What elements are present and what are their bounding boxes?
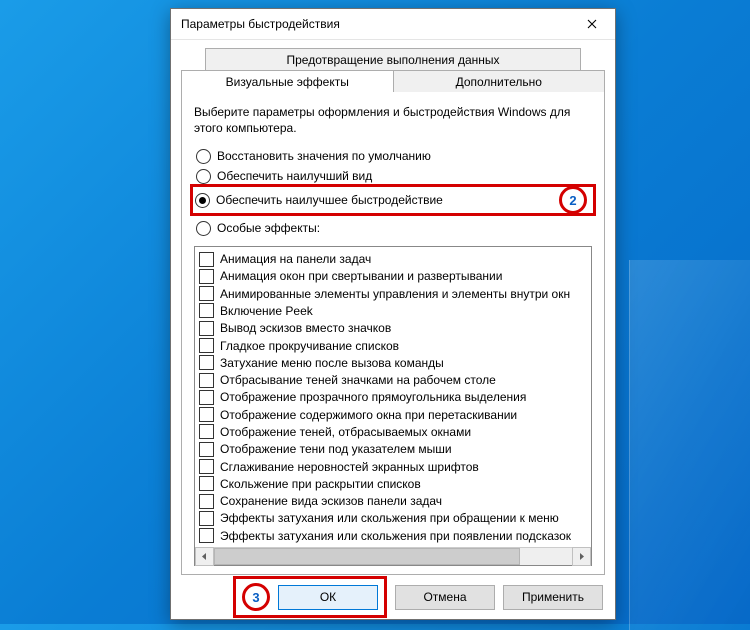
effects-list[interactable]: Анимация на панели задач Анимация окон пр… — [195, 247, 591, 547]
horizontal-scrollbar[interactable] — [195, 547, 591, 565]
effect-item[interactable]: Сглаживание неровностей экранных шрифтов — [199, 458, 589, 475]
effect-item[interactable]: Анимация на панели задач — [199, 250, 589, 267]
cancel-button[interactable]: Отмена — [395, 585, 495, 610]
effect-item[interactable]: Отображение содержимого окна при перетас… — [199, 406, 589, 423]
checkbox-icon[interactable] — [199, 252, 214, 267]
checkbox-icon[interactable] — [199, 442, 214, 457]
radio-icon — [196, 149, 211, 164]
effect-item[interactable]: Скольжение при раскрытии списков — [199, 475, 589, 492]
effect-label: Эффекты затухания или скольжения при поя… — [220, 529, 571, 543]
scroll-right-arrow-icon[interactable] — [572, 547, 591, 566]
effect-item[interactable]: Гладкое прокручивание списков — [199, 337, 589, 354]
close-button[interactable] — [569, 9, 615, 39]
effect-label: Сглаживание неровностей экранных шрифтов — [220, 460, 479, 474]
effect-label: Отображение прозрачного прямоугольника в… — [220, 390, 526, 404]
annotation-step-2: Обеспечить наилучшее быстродействие 2 — [190, 184, 596, 216]
effect-item[interactable]: Сохранение вида эскизов панели задач — [199, 493, 589, 510]
checkbox-icon[interactable] — [199, 407, 214, 422]
effect-item[interactable]: Отбрасывание теней значками на рабочем с… — [199, 371, 589, 388]
effect-item[interactable]: Включение Peek — [199, 302, 589, 319]
effect-label: Гладкое прокручивание списков — [220, 339, 399, 353]
effect-label: Сохранение вида эскизов панели задач — [220, 494, 442, 508]
radio-icon — [196, 169, 211, 184]
radio-icon — [196, 221, 211, 236]
checkbox-icon[interactable] — [199, 321, 214, 336]
scroll-track[interactable] — [214, 548, 572, 565]
radio-restore-defaults[interactable]: Восстановить значения по умолчанию — [194, 146, 592, 166]
tab-dep[interactable]: Предотвращение выполнения данных — [205, 48, 581, 70]
radio-label: Восстановить значения по умолчанию — [217, 149, 431, 163]
checkbox-icon[interactable] — [199, 303, 214, 318]
radio-label: Обеспечить наилучшее быстродействие — [216, 193, 443, 207]
titlebar: Параметры быстродействия — [171, 9, 615, 40]
step-badge-3: 3 — [242, 583, 270, 611]
effects-listbox: Анимация на панели задач Анимация окон пр… — [194, 246, 592, 566]
desktop-background-accent — [629, 260, 750, 630]
effect-label: Эффекты затухания или скольжения при обр… — [220, 511, 559, 525]
performance-options-dialog: Параметры быстродействия Предотвращение … — [170, 8, 616, 620]
tab-advanced[interactable]: Дополнительно — [394, 70, 606, 92]
intro-text: Выберите параметры оформления и быстроде… — [194, 104, 592, 136]
effect-item[interactable]: Отображение теней, отбрасываемых окнами — [199, 423, 589, 440]
effect-label: Отображение тени под указателем мыши — [220, 442, 452, 456]
ok-button[interactable]: ОК — [278, 585, 378, 610]
effect-label: Отбрасывание теней значками на рабочем с… — [220, 373, 496, 387]
checkbox-icon[interactable] — [199, 286, 214, 301]
checkbox-icon[interactable] — [199, 269, 214, 284]
effect-label: Анимированные элементы управления и элем… — [220, 287, 570, 301]
radio-best-appearance[interactable]: Обеспечить наилучший вид — [194, 166, 592, 186]
step-badge-2: 2 — [559, 186, 587, 214]
effect-item[interactable]: Вывод эскизов вместо значков — [199, 320, 589, 337]
effect-item[interactable]: Эффекты затухания или скольжения при обр… — [199, 510, 589, 527]
checkbox-icon[interactable] — [199, 511, 214, 526]
radio-icon[interactable] — [195, 193, 210, 208]
effect-label: Затухание меню после вызова команды — [220, 356, 444, 370]
effect-item[interactable]: Затухание меню после вызова команды — [199, 354, 589, 371]
effect-item[interactable]: Анимированные элементы управления и элем… — [199, 285, 589, 302]
checkbox-icon[interactable] — [199, 338, 214, 353]
effect-label: Анимация на панели задач — [220, 252, 371, 266]
apply-button[interactable]: Применить — [503, 585, 603, 610]
checkbox-icon[interactable] — [199, 459, 214, 474]
visual-effects-panel: Выберите параметры оформления и быстроде… — [181, 91, 605, 575]
checkbox-icon[interactable] — [199, 494, 214, 509]
effect-item[interactable]: Отображение тени под указателем мыши — [199, 441, 589, 458]
tab-container: Предотвращение выполнения данных Визуаль… — [171, 40, 615, 575]
checkbox-icon[interactable] — [199, 476, 214, 491]
dialog-button-row: 3 ОК Отмена Применить — [171, 575, 615, 619]
effect-item[interactable]: Отображение прозрачного прямоугольника в… — [199, 389, 589, 406]
scroll-thumb[interactable] — [214, 548, 520, 565]
checkbox-icon[interactable] — [199, 390, 214, 405]
effect-label: Отображение теней, отбрасываемых окнами — [220, 425, 471, 439]
window-title: Параметры быстродействия — [181, 17, 340, 31]
tab-visual-effects[interactable]: Визуальные эффекты — [181, 70, 394, 92]
annotation-step-3: 3 ОК — [233, 576, 387, 618]
radio-custom[interactable]: Особые эффекты: — [194, 218, 592, 238]
checkbox-icon[interactable] — [199, 373, 214, 388]
scroll-left-arrow-icon[interactable] — [195, 547, 214, 566]
effect-label: Вывод эскизов вместо значков — [220, 321, 391, 335]
radio-label: Обеспечить наилучший вид — [217, 169, 372, 183]
effect-label: Скольжение при раскрытии списков — [220, 477, 421, 491]
effect-item[interactable]: Эффекты затухания или скольжения при поя… — [199, 527, 589, 544]
checkbox-icon[interactable] — [199, 355, 214, 370]
appearance-radio-group: Восстановить значения по умолчанию Обесп… — [194, 146, 592, 238]
effect-label: Отображение содержимого окна при перетас… — [220, 408, 517, 422]
effect-label: Включение Peek — [220, 304, 313, 318]
close-icon — [587, 19, 597, 29]
checkbox-icon[interactable] — [199, 528, 214, 543]
effect-item[interactable]: Анимация окон при свертывании и разверты… — [199, 268, 589, 285]
checkbox-icon[interactable] — [199, 424, 214, 439]
radio-label: Особые эффекты: — [217, 221, 320, 235]
effect-label: Анимация окон при свертывании и разверты… — [220, 269, 502, 283]
